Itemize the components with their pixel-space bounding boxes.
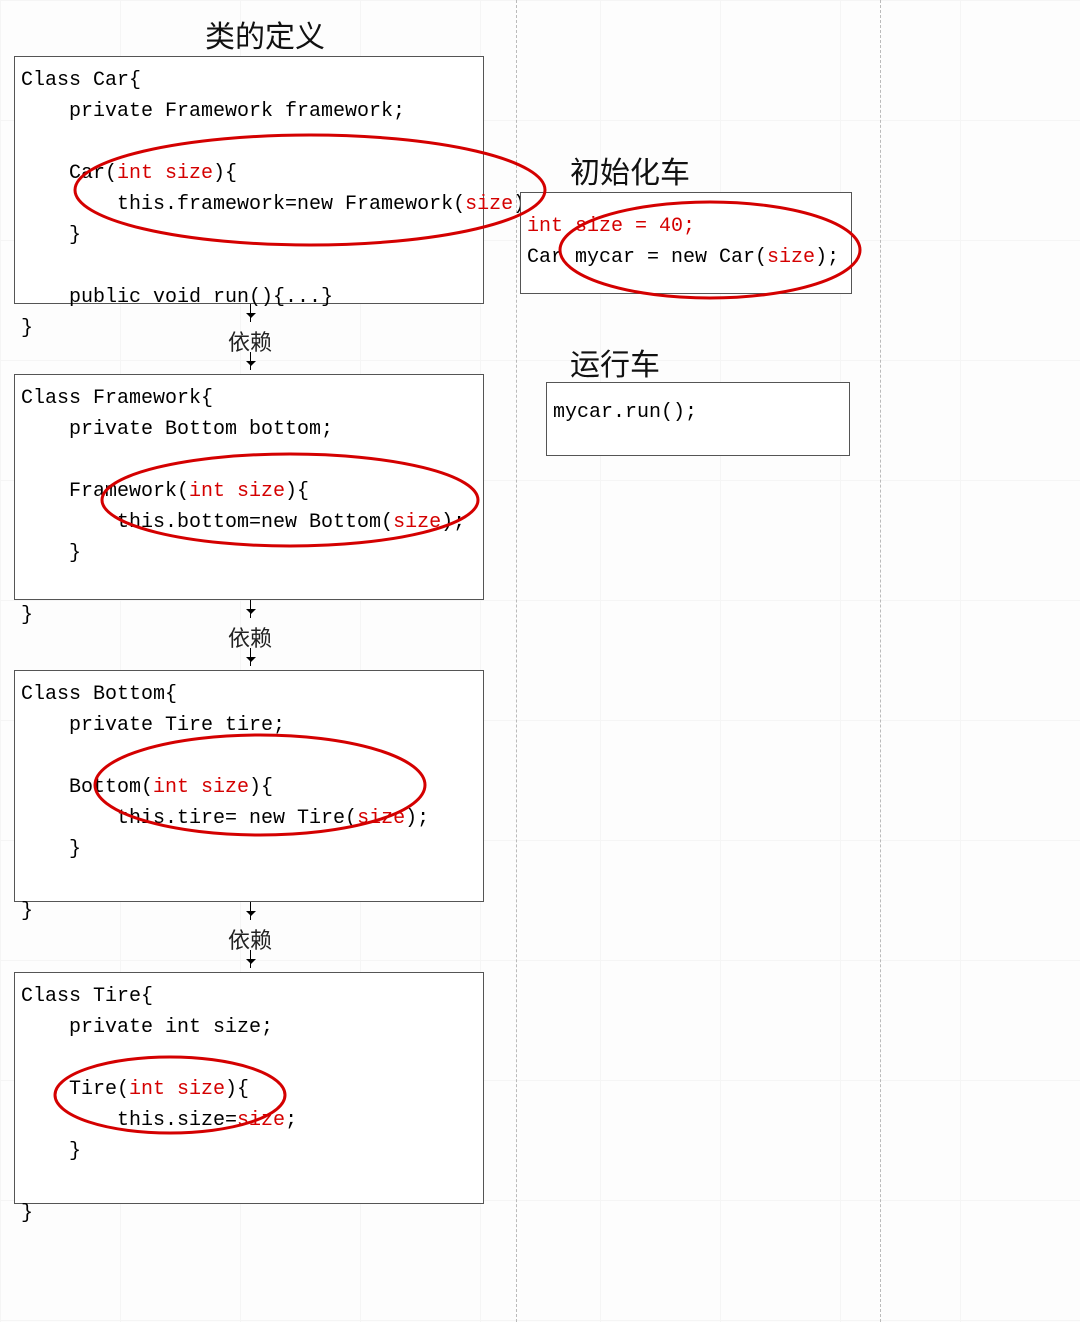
framework-code: Class Framework{ private Bottom bottom; … <box>21 383 477 631</box>
bottom-class-box: Class Bottom{ private Tire tire; Bottom(… <box>14 670 484 902</box>
tire-class-box: Class Tire{ private int size; Tire(int s… <box>14 972 484 1204</box>
init-car-box: int size = 40; Car mycar = new Car(size)… <box>520 192 852 294</box>
heading-init-car: 初始化车 <box>570 148 690 192</box>
run-car-box: mycar.run(); <box>546 382 850 456</box>
heading-run-car: 运行车 <box>570 340 660 384</box>
bottom-code: Class Bottom{ private Tire tire; Bottom(… <box>21 679 477 927</box>
run-code: mycar.run(); <box>553 397 843 428</box>
heading-class-definition: 类的定义 <box>205 12 325 56</box>
arrow-down <box>250 648 251 666</box>
arrow-down <box>250 352 251 370</box>
init-code: int size = 40; Car mycar = new Car(size)… <box>527 211 845 273</box>
arrow-down <box>250 950 251 968</box>
tire-code: Class Tire{ private int size; Tire(int s… <box>21 981 477 1229</box>
arrow-down <box>250 902 251 920</box>
arrow-down <box>250 600 251 618</box>
car-class-box: Class Car{ private Framework framework; … <box>14 56 484 304</box>
vertical-divider <box>880 0 881 1322</box>
framework-class-box: Class Framework{ private Bottom bottom; … <box>14 374 484 600</box>
arrow-down <box>250 304 251 322</box>
car-code: Class Car{ private Framework framework; … <box>21 65 477 344</box>
